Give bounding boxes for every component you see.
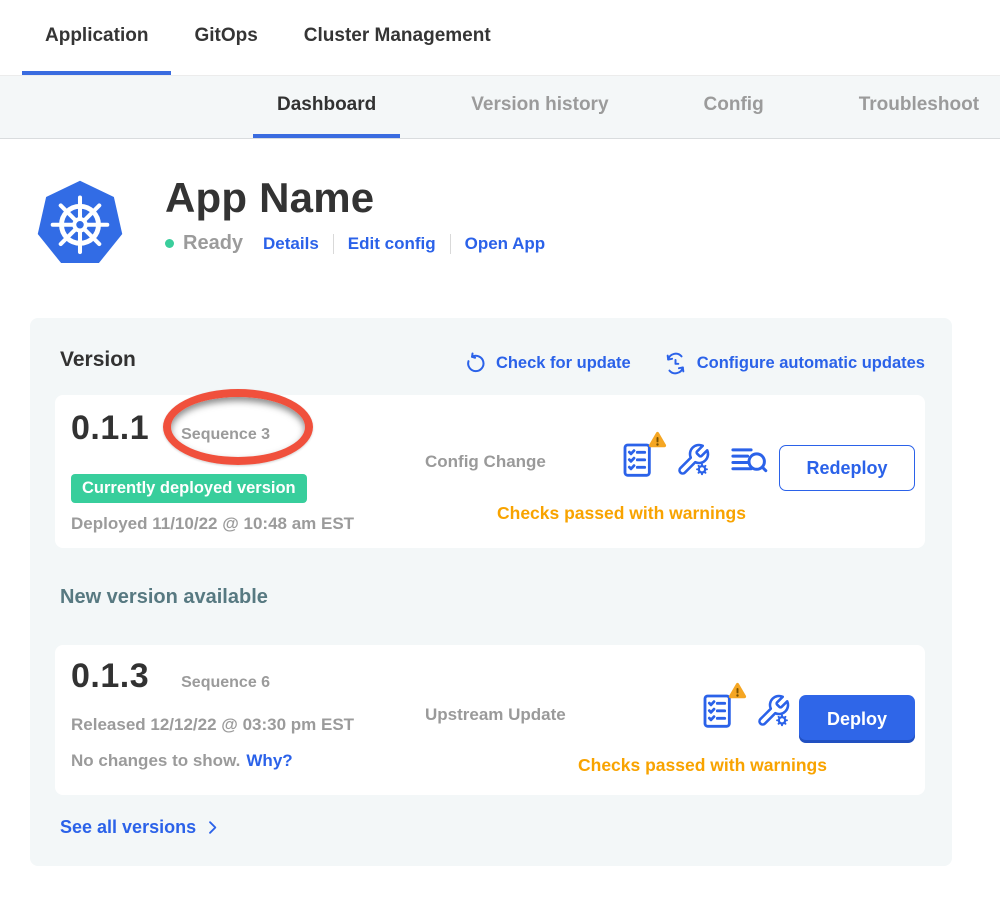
edit-config-link[interactable]: Edit config	[348, 234, 436, 254]
automatic-updates-schedule-icon	[663, 351, 688, 376]
current-version-number: 0.1.1	[71, 409, 149, 448]
divider	[450, 234, 451, 254]
no-changes-text: No changes to show. Why?	[71, 751, 293, 771]
no-changes-label: No changes to show.	[71, 751, 240, 770]
available-version-card: 0.1.3 Sequence 6 Released 12/12/22 @ 03:…	[55, 645, 925, 795]
check-for-update-label: Check for update	[496, 354, 631, 373]
app-header-text: App Name Ready Details Edit config Open …	[165, 178, 545, 268]
available-version-sequence: Sequence 6	[181, 674, 270, 692]
lines-magnifier-diff-icon	[728, 439, 770, 481]
tab-troubleshoot[interactable]: Troubleshoot	[835, 76, 1000, 138]
page-title: App Name	[165, 174, 545, 222]
refresh-icon	[464, 352, 487, 375]
why-link[interactable]: Why?	[246, 751, 292, 770]
warning-triangle-icon	[727, 681, 748, 702]
details-link[interactable]: Details	[263, 234, 319, 254]
new-version-available-heading: New version available	[60, 586, 268, 609]
current-version-line: 0.1.1 Sequence 3	[71, 409, 270, 448]
divider	[333, 234, 334, 254]
edit-config-values-button[interactable]	[755, 693, 791, 729]
chevron-right-icon	[204, 819, 221, 836]
app-header: App Name Ready Details Edit config Open …	[36, 178, 1000, 268]
configure-automatic-updates-label: Configure automatic updates	[697, 354, 925, 373]
tab-version-history[interactable]: Version history	[447, 76, 632, 138]
available-version-source: Upstream Update	[425, 705, 566, 725]
primary-nav: Application GitOps Cluster Management	[0, 0, 1000, 75]
view-diff-button[interactable]	[728, 439, 770, 481]
current-version-card: 0.1.1 Sequence 3 Currently deployed vers…	[55, 395, 925, 548]
see-all-versions-link[interactable]: See all versions	[60, 817, 221, 838]
tab-config[interactable]: Config	[680, 76, 788, 138]
edit-config-values-button[interactable]	[675, 442, 711, 478]
version-panel: Version Check for update Configure autom…	[30, 318, 952, 866]
version-panel-actions: Check for update Configure automatic upd…	[464, 351, 925, 376]
available-version-icons	[698, 691, 791, 731]
see-all-versions-label: See all versions	[60, 817, 196, 838]
app-sub-nav: Dashboard Version history Config Trouble…	[0, 75, 1000, 139]
warning-triangle-icon	[647, 430, 668, 451]
preflight-checks-button[interactable]	[698, 691, 738, 731]
redeploy-button[interactable]: Redeploy	[779, 445, 915, 491]
nav-item-cluster-management[interactable]: Cluster Management	[281, 0, 514, 75]
configure-automatic-updates-button[interactable]: Configure automatic updates	[663, 351, 925, 376]
status-badge: Ready	[183, 232, 243, 255]
deployed-timestamp: Deployed 11/10/22 @ 10:48 am EST	[71, 514, 354, 534]
nav-item-gitops[interactable]: GitOps	[171, 0, 280, 75]
version-panel-title: Version	[60, 348, 136, 372]
current-version-sequence: Sequence 3	[181, 426, 270, 444]
kubernetes-logo-icon	[36, 178, 124, 268]
available-version-line: 0.1.3 Sequence 6	[71, 657, 270, 696]
current-checks-status[interactable]: Checks passed with warnings	[497, 503, 746, 524]
currently-deployed-badge: Currently deployed version	[71, 474, 307, 503]
status-dot-ready	[165, 239, 174, 248]
wrench-gear-icon	[675, 442, 711, 478]
current-version-source: Config Change	[425, 452, 546, 472]
deploy-button[interactable]: Deploy	[799, 695, 915, 743]
app-status-row: Ready Details Edit config Open App	[165, 232, 545, 255]
check-for-update-button[interactable]: Check for update	[464, 351, 631, 376]
available-checks-status[interactable]: Checks passed with warnings	[578, 755, 827, 776]
open-app-link[interactable]: Open App	[465, 234, 546, 254]
released-timestamp: Released 12/12/22 @ 03:30 pm EST	[71, 715, 354, 735]
current-version-icons	[618, 439, 770, 481]
preflight-checks-button[interactable]	[618, 440, 658, 480]
tab-dashboard[interactable]: Dashboard	[253, 76, 400, 138]
nav-item-application[interactable]: Application	[22, 0, 171, 75]
wrench-gear-icon	[755, 693, 791, 729]
available-version-number: 0.1.3	[71, 657, 149, 696]
